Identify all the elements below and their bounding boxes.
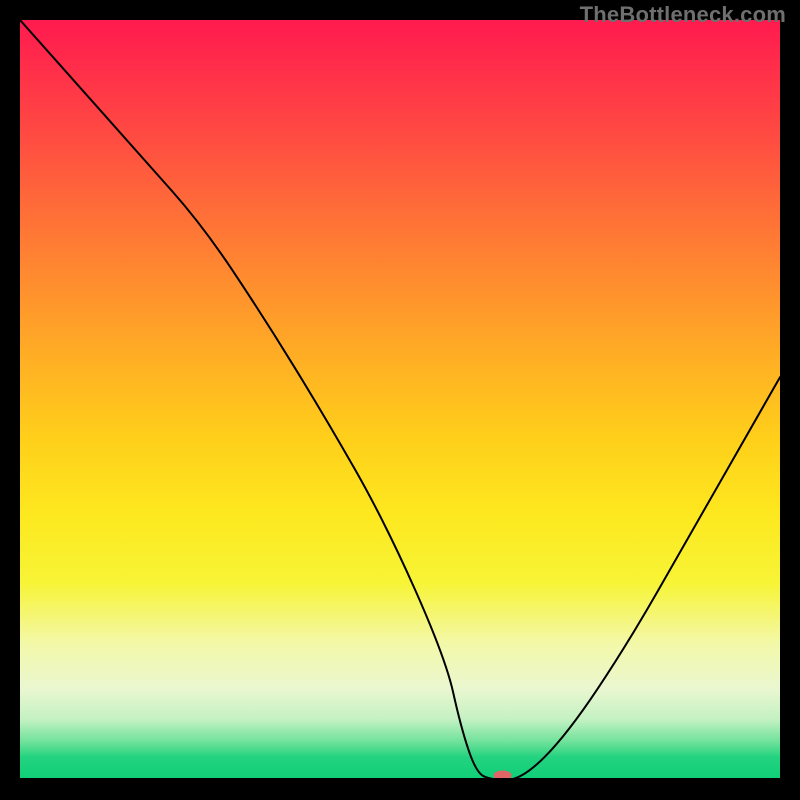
plot-area xyxy=(20,20,780,780)
chart-frame: TheBottleneck.com xyxy=(0,0,800,800)
x-axis-baseline xyxy=(20,778,780,780)
curve-layer xyxy=(20,20,780,780)
watermark-text: TheBottleneck.com xyxy=(580,2,786,28)
bottleneck-curve xyxy=(20,20,780,780)
